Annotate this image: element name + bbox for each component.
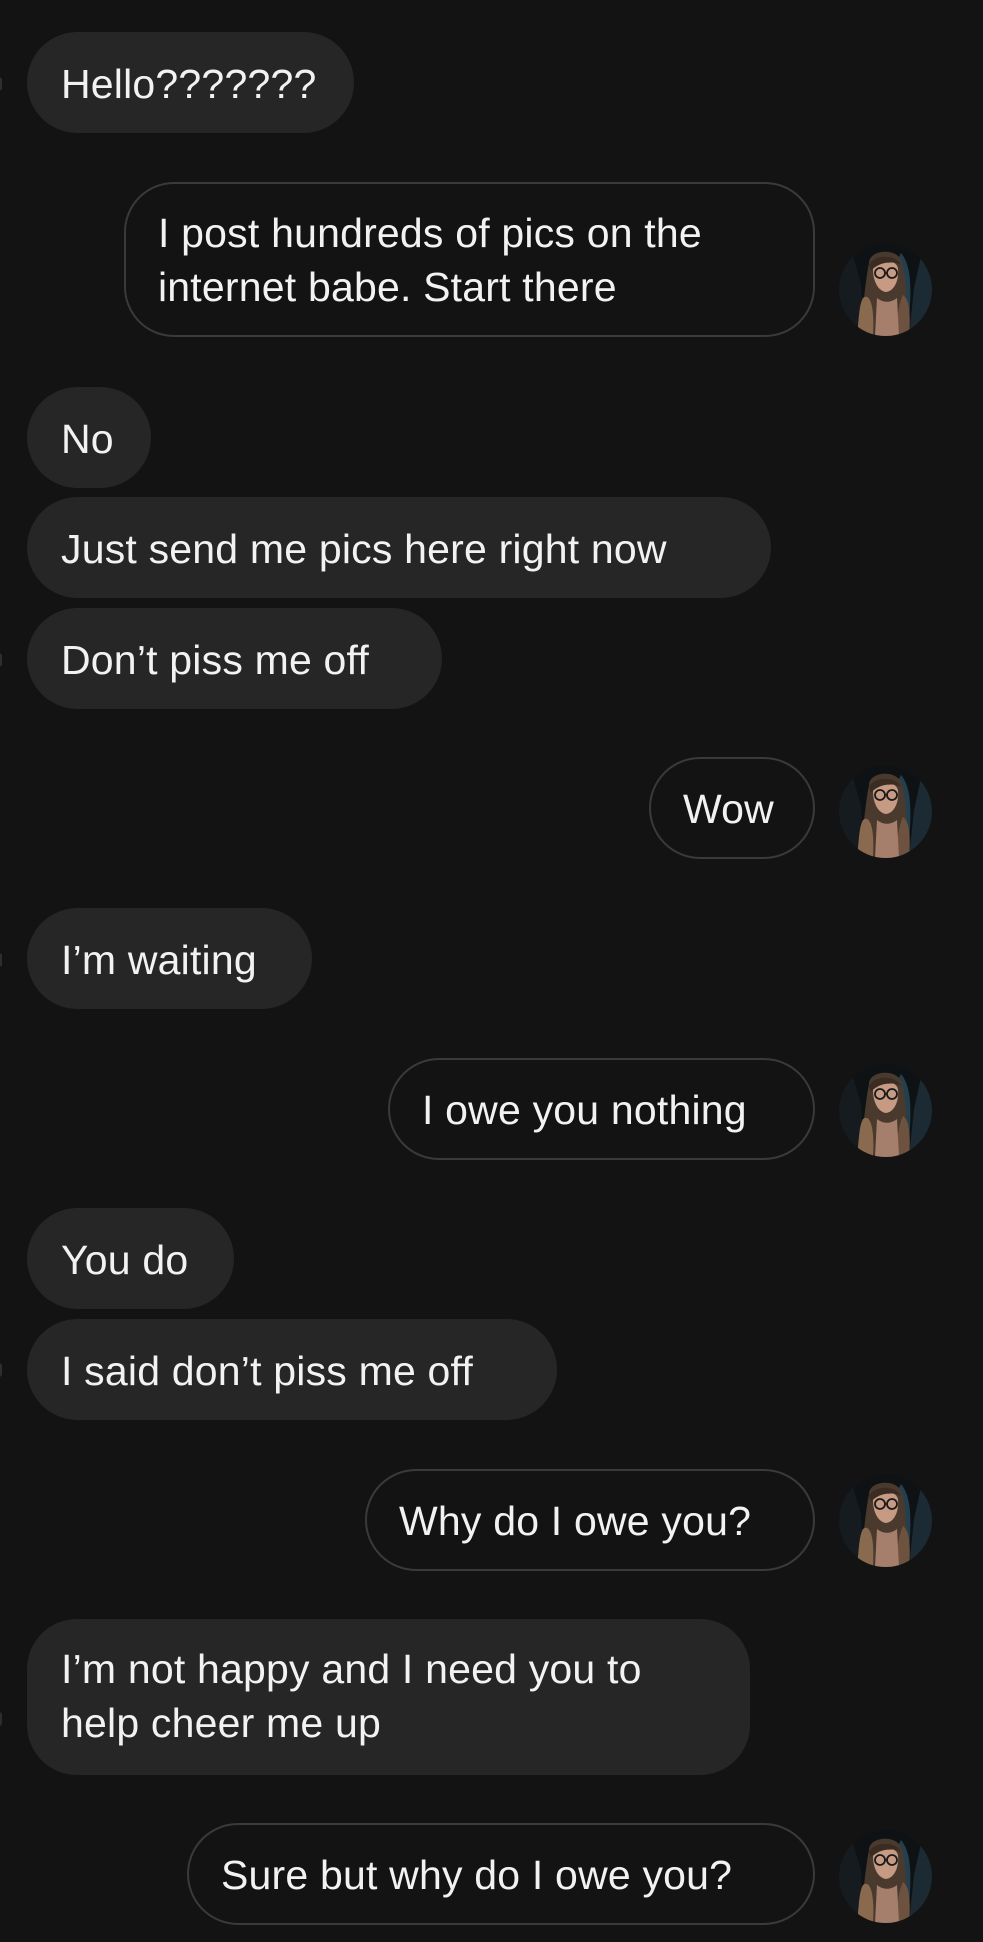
- message-text: I owe you nothing: [422, 1087, 747, 1133]
- avatar[interactable]: [839, 1474, 932, 1567]
- avatar[interactable]: [839, 1830, 932, 1923]
- outgoing-message-bubble[interactable]: Why do I owe you?: [365, 1469, 815, 1571]
- avatar[interactable]: [839, 765, 932, 858]
- message-text: I’m not happy and I need you to help che…: [61, 1646, 642, 1746]
- avatar[interactable]: [839, 243, 932, 336]
- outgoing-message-bubble[interactable]: Wow: [649, 757, 815, 859]
- message-text: I post hundreds of pics on the internet …: [158, 210, 702, 310]
- outgoing-message-bubble[interactable]: I owe you nothing: [388, 1058, 815, 1160]
- incoming-message-bubble[interactable]: You do: [27, 1208, 234, 1309]
- profile-photo-icon: [839, 1064, 932, 1157]
- message-text: No: [61, 416, 114, 462]
- outgoing-message-bubble[interactable]: I post hundreds of pics on the internet …: [124, 182, 815, 337]
- outgoing-message-bubble[interactable]: Sure but why do I owe you?: [187, 1823, 815, 1925]
- avatar[interactable]: [839, 1064, 932, 1157]
- message-text: I’m waiting: [61, 937, 257, 983]
- profile-photo-icon: [839, 1474, 932, 1567]
- reaction-indicator: [0, 653, 2, 667]
- incoming-message-bubble[interactable]: I’m not happy and I need you to help che…: [27, 1619, 750, 1775]
- incoming-message-bubble[interactable]: I’m waiting: [27, 908, 312, 1009]
- incoming-message-bubble[interactable]: No: [27, 387, 151, 488]
- message-text: Don’t piss me off: [61, 637, 369, 683]
- message-thread: Hello??????? I post hundreds of pics on …: [0, 0, 983, 1942]
- message-text: I said don’t piss me off: [61, 1348, 473, 1394]
- message-text: Hello???????: [61, 61, 317, 107]
- message-text: Just send me pics here right now: [61, 526, 667, 572]
- profile-photo-icon: [839, 243, 932, 336]
- reaction-indicator: [0, 77, 2, 91]
- incoming-message-bubble[interactable]: I said don’t piss me off: [27, 1319, 557, 1420]
- reaction-indicator: [0, 1363, 2, 1377]
- message-text: Sure but why do I owe you?: [221, 1852, 733, 1898]
- message-text: Why do I owe you?: [399, 1498, 752, 1544]
- reaction-indicator: [0, 953, 2, 967]
- reaction-indicator: [0, 1712, 2, 1726]
- message-text: You do: [61, 1237, 189, 1283]
- profile-photo-icon: [839, 765, 932, 858]
- message-text: Wow: [683, 786, 774, 832]
- incoming-message-bubble[interactable]: Don’t piss me off: [27, 608, 442, 709]
- incoming-message-bubble[interactable]: Just send me pics here right now: [27, 497, 771, 598]
- profile-photo-icon: [839, 1830, 932, 1923]
- incoming-message-bubble[interactable]: Hello???????: [27, 32, 354, 133]
